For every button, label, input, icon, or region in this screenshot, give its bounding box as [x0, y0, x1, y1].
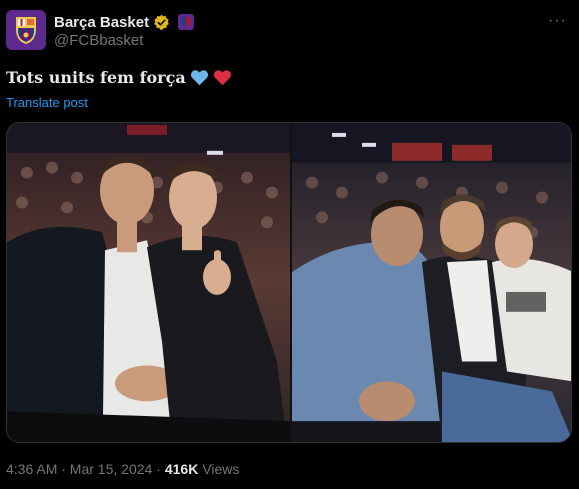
media-grid	[6, 122, 572, 443]
author-name-row: Barça Basket	[54, 12, 195, 32]
more-options-button[interactable]: ···	[548, 12, 567, 30]
photo-right-image	[292, 123, 571, 442]
post-timestamp[interactable]: 4:36 AM · Mar 15, 2024 ·	[6, 461, 161, 477]
red-heart-icon	[213, 70, 231, 86]
views-count[interactable]: 416K	[165, 461, 198, 477]
photo-left-image	[7, 123, 290, 442]
translate-post-link[interactable]: Translate post	[6, 95, 88, 110]
post-text: Tots units fem força	[6, 68, 232, 87]
avatar[interactable]	[6, 10, 46, 50]
author-handle[interactable]: @FCBbasket	[54, 32, 143, 49]
blue-heart-icon	[190, 70, 208, 86]
views-label: Views	[202, 461, 240, 477]
post-header: Barça Basket @FCBbasket ···	[6, 10, 573, 52]
author-display-name[interactable]: Barça Basket	[54, 14, 149, 31]
affiliation-badge-icon[interactable]	[178, 14, 195, 30]
photo-left[interactable]	[7, 123, 290, 442]
post-metadata: 4:36 AM · Mar 15, 2024 · 416K Views	[6, 461, 239, 477]
verified-badge-icon	[154, 14, 169, 30]
fcb-crest-icon	[16, 17, 36, 44]
photo-right[interactable]	[292, 123, 571, 442]
post-text-content: Tots units fem força	[6, 68, 186, 87]
